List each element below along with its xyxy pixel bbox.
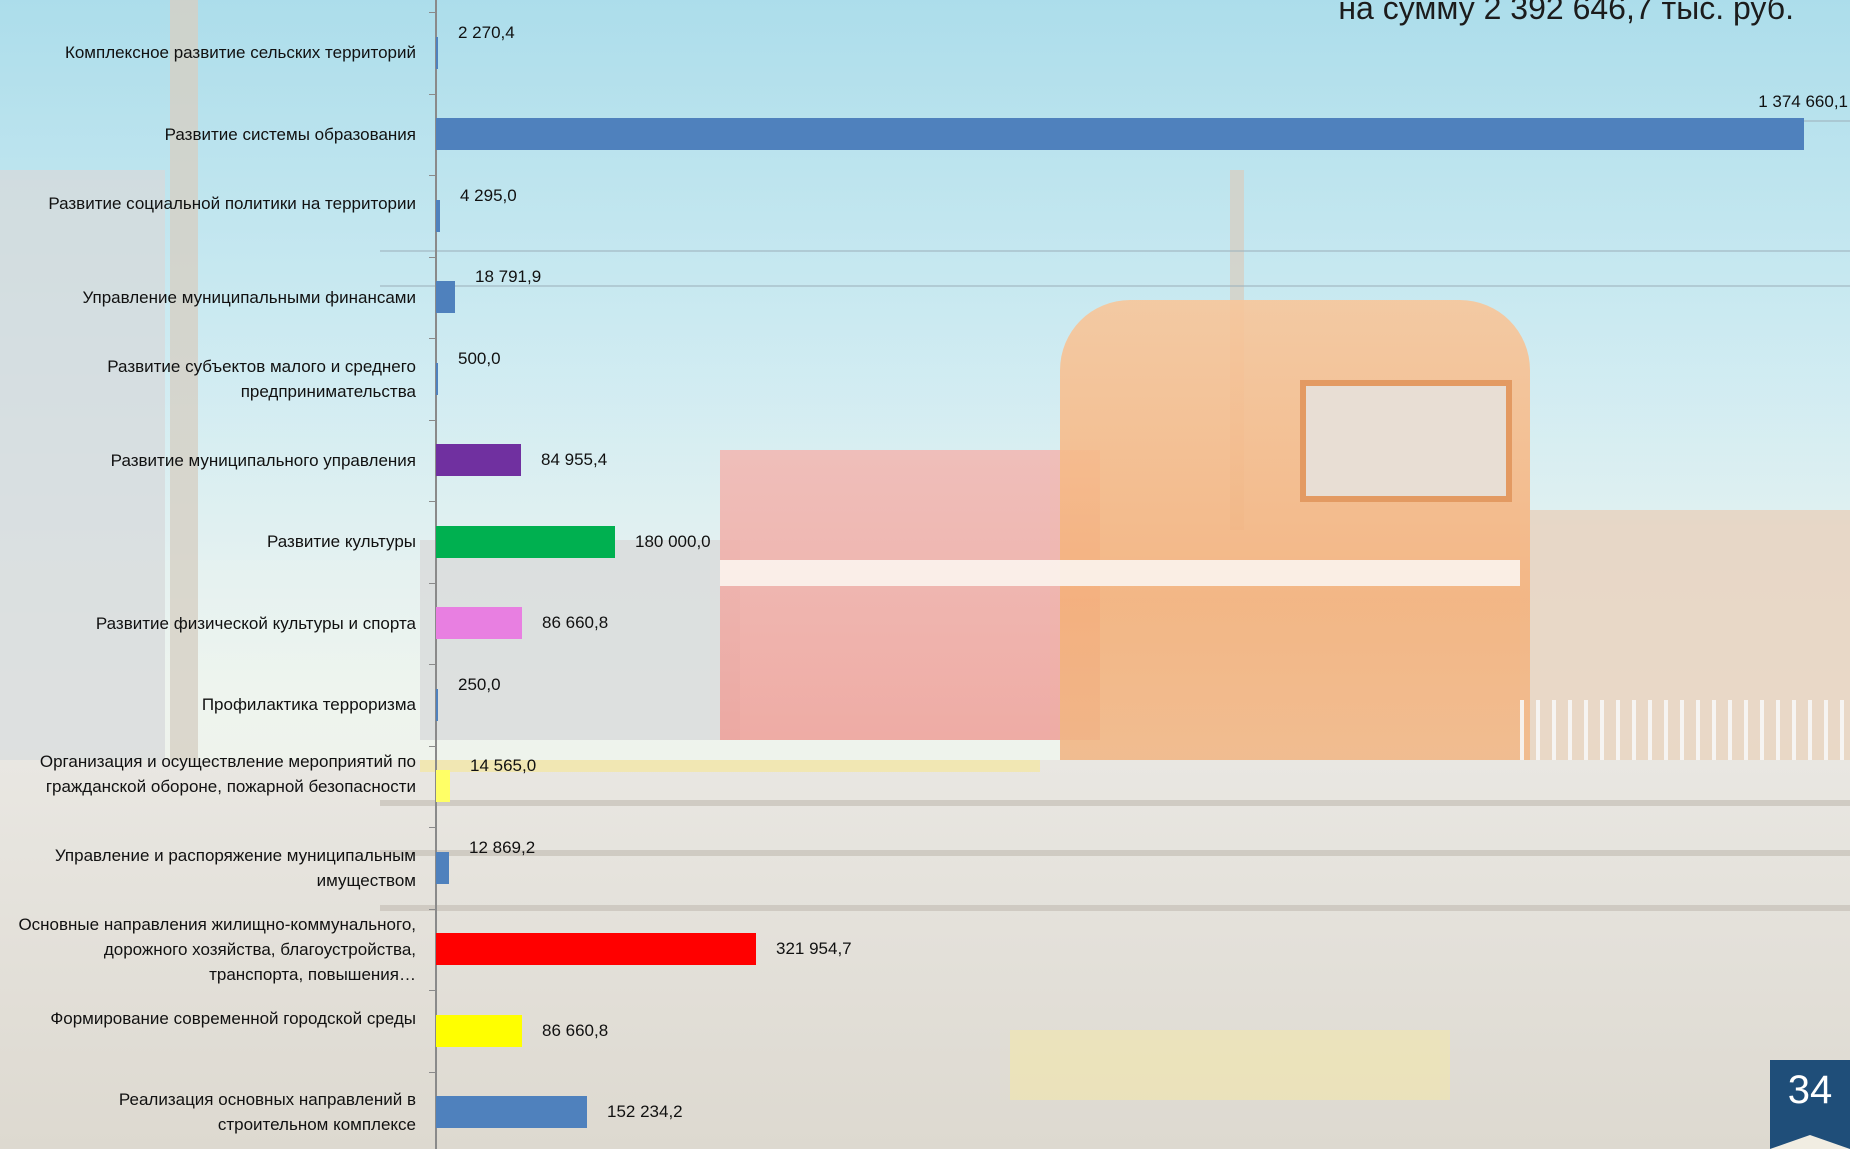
data-label: 4 295,0 [460,186,517,205]
axis-tick [429,420,437,421]
category-label: Управление и распоряжение муниципальным … [54,846,416,890]
axis-tick [429,827,437,828]
axis-tick [429,175,437,176]
bar [436,281,455,313]
bar [436,444,521,476]
bar [436,200,440,232]
axis-tick [429,664,437,665]
page-number: 34 [1787,1068,1833,1112]
category-label: Развитие культуры [267,532,416,551]
axis-tick [429,990,437,991]
bar [436,37,438,69]
axis-tick [429,909,437,910]
bar [436,770,450,802]
data-label: 180 000,0 [635,532,711,551]
category-label: Развитие физической культуры и спорта [95,614,416,633]
page-number-badge: 34 [1770,1060,1850,1149]
bar [436,118,1804,150]
data-label: 152 234,2 [607,1102,683,1121]
data-label: 2 270,4 [458,23,515,42]
axis-tick [429,501,437,502]
axis-tick [429,746,437,747]
data-label: 1 374 660,1 [1758,92,1848,111]
data-label: 86 660,8 [542,613,609,632]
category-label: Основные направления жилищно-коммунально… [18,915,416,984]
axis-tick [429,583,437,584]
category-label: Комплексное развитие сельских территорий [64,43,416,62]
data-label: 250,0 [458,675,501,694]
axis-tick [429,1072,437,1073]
bar [436,933,756,965]
category-label: Организация и осуществление мероприятий … [39,752,416,796]
category-label: Развитие социальной политики на территор… [48,194,416,213]
data-label: 14 565,0 [470,756,537,775]
data-label: 321 954,7 [776,939,852,958]
data-label: 12 869,2 [469,838,536,857]
axis-tick [429,338,437,339]
bar [436,1015,522,1047]
data-label: 18 791,9 [475,267,542,286]
bar [436,1096,587,1128]
category-label: Формирование современной городской среды [50,1009,416,1028]
bar [436,689,438,721]
axis-tick [429,257,437,258]
data-label: 86 660,8 [542,1021,609,1040]
category-axis [435,0,437,1149]
category-label: Развитие муниципального управления [110,451,416,470]
category-label: Управление муниципальными финансами [82,288,416,307]
category-label: Профилактика терроризма [201,695,416,714]
bar [436,526,615,558]
axis-tick [429,94,437,95]
category-label: Развитие системы образования [164,125,416,144]
category-label: Реализация основных направлений в строит… [118,1090,416,1134]
category-label: Развитие субъектов малого и среднего пре… [107,357,416,401]
bar [436,852,449,884]
data-label: 500,0 [458,349,501,368]
data-label: 84 955,4 [541,450,608,469]
bar [436,607,522,639]
bar-chart: Комплексное развитие сельских территорий… [0,0,1850,1149]
bar [436,363,438,395]
axis-tick [429,12,437,13]
